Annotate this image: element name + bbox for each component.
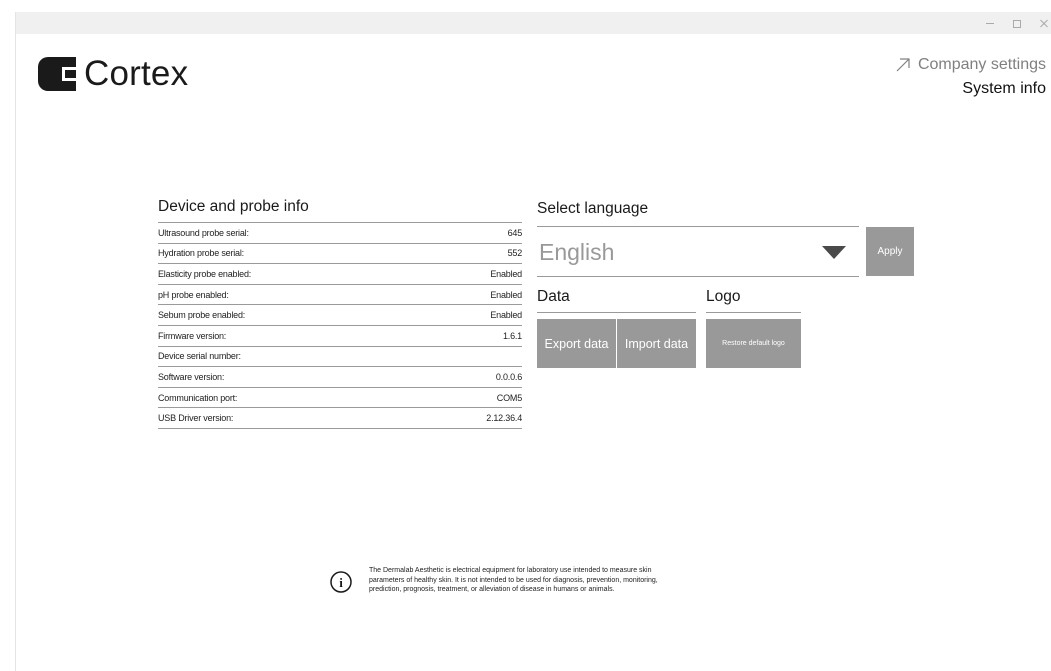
export-data-button[interactable]: Export data [537, 319, 616, 368]
info-value: 0.0.0.6 [495, 371, 522, 382]
info-label: Device serial number: [158, 351, 241, 362]
info-row: Device serial number: [158, 347, 522, 368]
divider [537, 226, 859, 227]
disclaimer-text: The Dermalab Aesthetic is electrical equ… [369, 566, 729, 595]
device-info-title: Device and probe info [158, 198, 522, 223]
window-controls [985, 14, 1049, 32]
company-settings-label: Company settings [917, 56, 1046, 73]
info-row: USB Driver version: 2.12.36.4 [158, 408, 522, 429]
info-row: Communication port: COM5 [158, 388, 522, 409]
import-data-button[interactable]: Import data [617, 319, 696, 368]
info-row: Sebum probe enabled: Enabled [158, 305, 522, 326]
info-label: Communication port: [158, 392, 238, 403]
data-section-title: Data [537, 288, 570, 305]
app-logo: Cortex [38, 54, 189, 93]
dropdown-arrow-icon [822, 246, 846, 259]
info-label: Firmware version: [158, 330, 227, 341]
apply-button[interactable]: Apply [866, 227, 914, 276]
system-info-page: Cortex Company settings System info Devi… [0, 0, 1051, 671]
language-title: Select language [537, 200, 649, 217]
info-value: 645 [507, 227, 523, 238]
company-settings-link[interactable]: Company settings [896, 56, 1046, 74]
info-row: Ultrasound probe serial: 645 [158, 223, 522, 244]
info-row: Firmware version: 1.6.1 [158, 326, 522, 347]
info-value: 2.12.36.4 [486, 413, 522, 424]
language-selected-value: English [539, 239, 615, 265]
device-info-panel: Device and probe info Ultrasound probe s… [158, 198, 522, 429]
info-row: Elasticity probe enabled: Enabled [158, 264, 522, 285]
restore-default-logo-button[interactable]: Restore default logo [706, 319, 801, 368]
divider [706, 312, 801, 313]
info-icon: i [330, 571, 352, 593]
info-value: Enabled [490, 310, 522, 321]
info-row: pH probe enabled: Enabled [158, 285, 522, 306]
info-label: Hydration probe serial: [158, 248, 244, 259]
info-value: Enabled [490, 268, 522, 279]
info-row: Software version: 0.0.0.6 [158, 367, 522, 388]
divider [537, 276, 859, 277]
language-select[interactable]: English [537, 229, 859, 275]
info-row: Hydration probe serial: 552 [158, 244, 522, 265]
logo-wordmark: Cortex [84, 54, 189, 93]
info-value: 552 [507, 248, 523, 259]
disclaimer-line: parameters of healthy skin. It is not in… [369, 576, 658, 584]
info-value: COM5 [496, 392, 522, 403]
cortex-logo-icon [38, 57, 76, 91]
disclaimer-line: The Dermalab Aesthetic is electrical equ… [369, 567, 652, 574]
svg-text:i: i [339, 575, 343, 590]
info-label: USB Driver version: [158, 413, 234, 424]
disclaimer-line: prediction, prognosis, treatment, or all… [369, 586, 615, 594]
divider [537, 312, 696, 313]
info-label: pH probe enabled: [158, 289, 229, 300]
arrow-up-right-icon [896, 58, 910, 72]
info-label: Software version: [158, 371, 225, 382]
minimize-icon[interactable] [985, 18, 995, 28]
close-icon[interactable] [1039, 18, 1049, 28]
window-left-border [15, 12, 16, 671]
info-label: Ultrasound probe serial: [158, 227, 249, 238]
info-label: Elasticity probe enabled: [158, 268, 252, 279]
system-info-link[interactable]: System info [896, 80, 1046, 98]
info-value: 1.6.1 [502, 330, 522, 341]
disclaimer: i The Dermalab Aesthetic is electrical e… [330, 566, 729, 595]
window-top-strip [0, 0, 1051, 12]
maximize-icon[interactable] [1013, 19, 1021, 28]
window-titlebar[interactable] [15, 12, 1051, 34]
info-value: Enabled [490, 289, 522, 300]
info-label: Sebum probe enabled: [158, 310, 246, 321]
top-nav: Company settings System info [896, 56, 1046, 98]
logo-section-title: Logo [706, 288, 741, 305]
